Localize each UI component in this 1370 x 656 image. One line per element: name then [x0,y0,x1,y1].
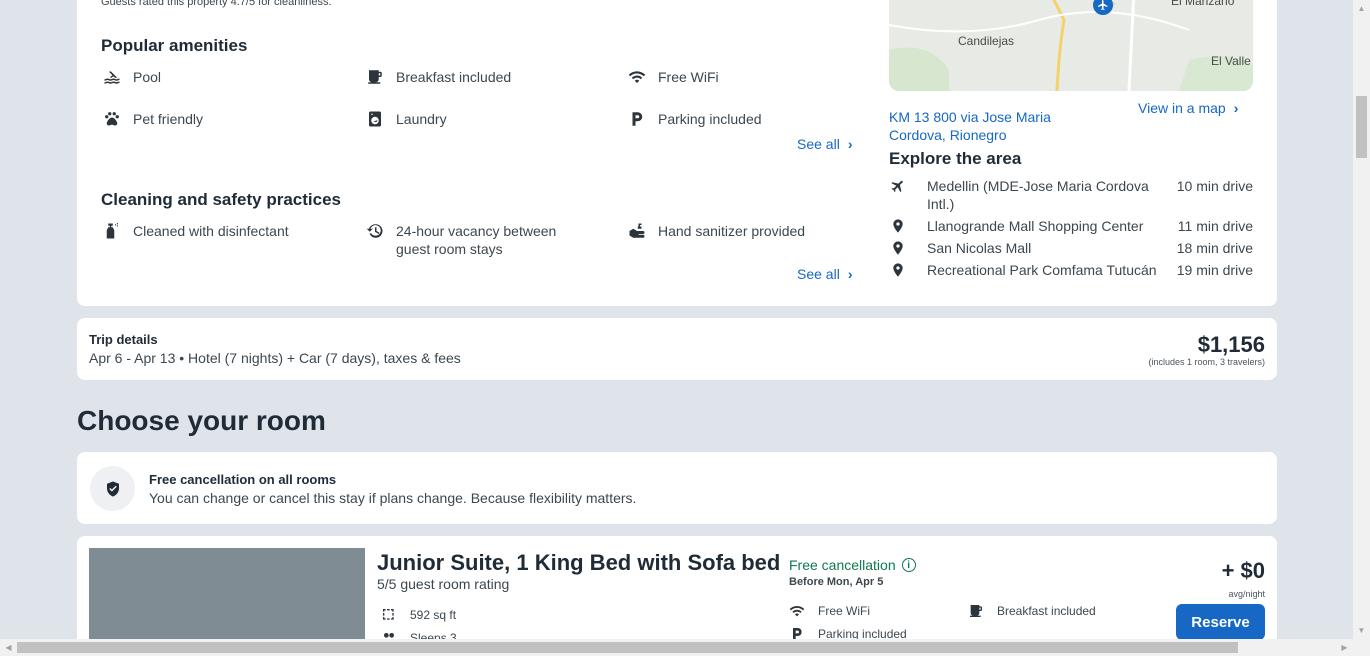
cleaning-label: 24-hour vacancy between guest room stays [396,223,557,257]
place-time: 18 min drive [1176,240,1253,256]
amenity-pet-friendly: Pet friendly [101,110,203,128]
property-address[interactable]: KM 13 800 via Jose Maria Cordova, Rioneg… [889,108,1089,144]
floor-area-icon [380,607,398,623]
amenity-label: Pet friendly [133,111,204,127]
see-all-label: See all [797,266,840,282]
scroll-right-arrow-icon[interactable]: ▶ [1336,639,1353,656]
hand-sanitizer-icon [626,222,648,240]
cleaning-label: Cleaned with disinfectant [133,223,289,239]
spray-bottle-icon [101,222,123,240]
choose-room-heading: Choose your room [77,405,326,436]
room-title[interactable]: Junior Suite, 1 King Bed with Sofa bed [377,550,780,576]
amenity-label: Laundry [396,111,447,127]
coffee-cup-icon [364,68,386,86]
trip-price-note: (includes 1 room, 3 travelers) [1148,357,1265,367]
room-feature-label: Free WiFi [818,604,870,618]
explore-place: San Nicolas Mall 18 min drive [889,239,1253,257]
amenity-label: Free WiFi [658,69,719,85]
explore-place: Llanogrande Mall Shopping Center 11 min … [889,217,1253,235]
free-cancellation-label: Free cancellation [789,557,896,573]
shield-icon [90,466,135,511]
amenity-breakfast: Breakfast included [364,68,511,86]
airplane-icon [889,177,907,213]
view-in-map-label: View in a map [1138,100,1226,116]
paw-icon [101,110,123,128]
explore-area-title: Explore the area [889,149,1022,168]
scroll-down-arrow-icon[interactable]: ▼ [1353,622,1370,639]
see-all-label: See all [797,136,840,152]
chevron-right-icon: › [847,136,853,152]
place-name: Medellin (MDE-Jose Maria Cordova Intl.) [927,178,1149,212]
vertical-scroll-thumb[interactable] [1356,96,1367,158]
place-name: Llanogrande Mall Shopping Center [927,218,1144,234]
chevron-right-icon: › [1233,100,1239,116]
trip-summary: Apr 6 - Apr 13 • Hotel (7 nights) + Car … [89,350,461,366]
explore-place: Medellin (MDE-Jose Maria Cordova Intl.) … [889,177,1253,213]
property-details-card: Guests rated this property 4.7/5 for cle… [77,0,1277,306]
free-cancellation-subtitle: You can change or cancel this stay if pl… [149,490,637,506]
place-time: 11 min drive [1177,218,1253,234]
trip-details-card[interactable]: Trip details Apr 6 - Apr 13 • Hotel (7 n… [77,318,1277,380]
scroll-left-arrow-icon[interactable]: ◀ [0,639,17,656]
room-free-cancellation: Free cancellation i [789,557,916,573]
place-name: Recreational Park Comfama Tutucán [927,262,1157,278]
room-price-unit: avg/night [1228,589,1265,599]
see-all-amenities-link[interactable]: See all › [797,136,852,152]
amenity-label: Parking included [658,111,762,127]
cleaning-label: Hand sanitizer provided [658,223,806,239]
amenity-label: Breakfast included [396,69,512,85]
cleaning-disinfectant: Cleaned with disinfectant [101,222,289,240]
place-time: 19 min drive [1176,262,1253,278]
room-size-label: 592 sq ft [410,608,457,622]
horizontal-scrollbar[interactable]: ◀ ▶ [0,639,1370,656]
explore-place: Recreational Park Comfama Tutucán 19 min… [889,261,1253,279]
free-cancellation-banner: Free cancellation on all rooms You can c… [77,452,1277,524]
map-label: El Valle [1211,54,1251,68]
popular-amenities-title: Popular amenities [101,36,248,55]
location-pin-icon [889,239,907,257]
location-pin-icon [889,261,907,279]
wifi-icon [626,68,648,86]
trip-total-price: $1,156 [1197,332,1265,357]
room-price: + $0 [1221,558,1265,583]
room-feature-breakfast: Breakfast included [967,603,1096,619]
map-label: Candilejas [958,34,1015,48]
amenity-parking: Parking included [626,110,762,128]
cleaning-vacancy: 24-hour vacancy between guest room stays [364,222,584,258]
cancellation-deadline: Before Mon, Apr 5 [789,576,884,588]
amenity-label: Pool [133,69,162,85]
view-in-map-link[interactable]: View in a map › [1138,100,1238,116]
map-label: El Manzano [1171,0,1235,8]
wifi-icon [788,603,806,619]
room-card: Junior Suite, 1 King Bed with Sofa bed 5… [77,536,1277,656]
cleaning-sanitizer: Hand sanitizer provided [626,222,805,240]
horizontal-scroll-thumb[interactable] [17,642,1238,653]
clock-history-icon [364,222,386,240]
map-preview[interactable]: El Manzano Candilejas El Valle [889,0,1253,91]
trip-details-title: Trip details [89,332,158,347]
room-feature-wifi: Free WiFi [788,603,870,619]
parking-icon [626,110,648,128]
free-cancellation-title: Free cancellation on all rooms [149,472,337,487]
amenity-pool: Pool [101,68,161,86]
coffee-cup-icon [967,603,985,619]
room-feature-label: Breakfast included [997,604,1096,618]
info-icon[interactable]: i [901,558,916,572]
amenity-laundry: Laundry [364,110,447,128]
cleaning-practices-title: Cleaning and safety practices [101,190,341,209]
location-pin-icon [889,217,907,235]
vertical-scrollbar[interactable]: ▲ ▼ [1353,0,1370,639]
washing-machine-icon [364,110,386,128]
pool-icon [101,68,123,86]
room-size: 592 sq ft [380,607,456,623]
cleanliness-note: Guests rated this property 4.7/5 for cle… [101,0,332,8]
place-name: San Nicolas Mall [927,240,1032,256]
see-all-cleaning-link[interactable]: See all › [797,266,852,282]
room-rating: 5/5 guest room rating [377,576,510,592]
reserve-button[interactable]: Reserve [1176,604,1265,640]
chevron-right-icon: › [847,266,853,282]
amenity-wifi: Free WiFi [626,68,719,86]
place-time: 10 min drive [1176,178,1253,194]
scroll-up-arrow-icon[interactable]: ▲ [1353,0,1370,17]
